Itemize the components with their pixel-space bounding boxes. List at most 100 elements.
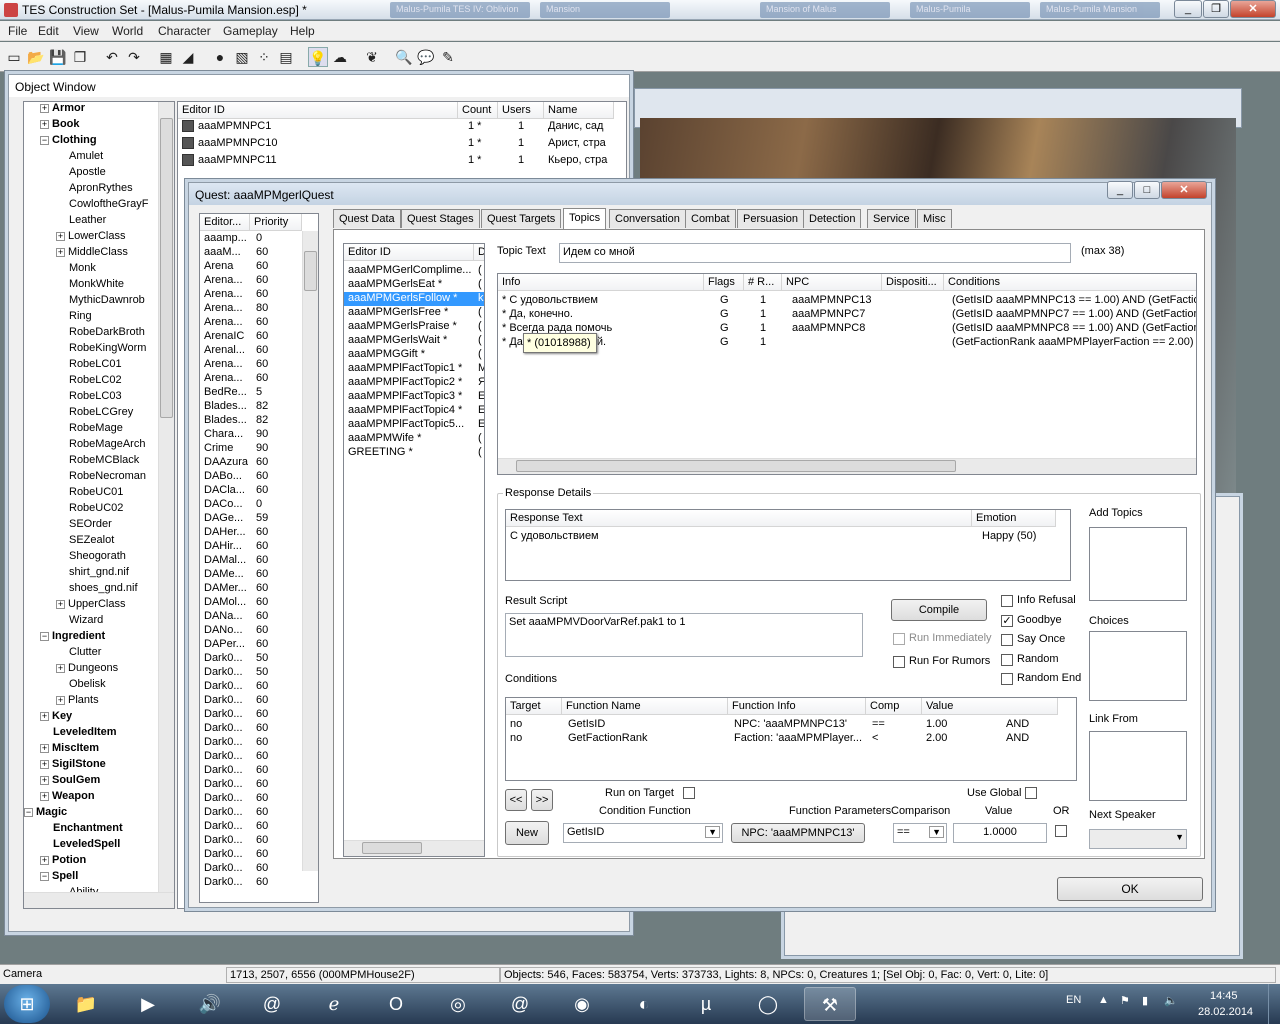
edit-pencil-icon[interactable]: ✎ [438, 47, 458, 67]
tree-node[interactable]: + Key [24, 710, 160, 726]
prev-condition-button[interactable]: << [505, 789, 527, 811]
clock-date[interactable]: 28.02.2014 [1198, 1006, 1253, 1018]
info-list[interactable]: Info Flags # R... NPC Dispositi... Condi… [497, 273, 1197, 475]
run-immediately-checkbox[interactable] [893, 633, 905, 645]
tree-node[interactable]: SEZealot [24, 534, 160, 550]
result-script-editor[interactable]: Set aaaMPMVDoorVarRef.pak1 to 1 [505, 613, 863, 657]
tree-node[interactable]: RobeLC01 [24, 358, 160, 374]
tab-quest-stages[interactable]: Quest Stages [401, 209, 480, 228]
topic-item[interactable]: aaaMPMPlFactTopic3 * E [344, 390, 484, 404]
expand-icon[interactable]: + [40, 119, 49, 129]
table-row[interactable]: Arena... 60 [200, 316, 318, 330]
tab-quest-targets[interactable]: Quest Targets [481, 209, 562, 228]
flag-checkbox[interactable]: ✓ [1001, 614, 1013, 627]
col-name[interactable]: Name [544, 102, 614, 119]
collapse-icon[interactable]: − [40, 135, 49, 145]
app-icon[interactable]: ◎ [432, 987, 484, 1021]
tree-node[interactable]: + SoulGem [24, 774, 160, 790]
table-row[interactable]: Dark0... 60 [200, 862, 318, 876]
path-grid-icon[interactable]: ⁘ [254, 47, 274, 67]
tree-node[interactable]: + Weapon [24, 790, 160, 806]
tree-node[interactable]: Obelisk [24, 678, 160, 694]
tree-node[interactable]: RobeNecroman [24, 470, 160, 486]
table-row[interactable]: Blades... 82 [200, 414, 318, 428]
topic-list[interactable]: Editor ID D aaaMPMGerlComplime...(aaaMPM… [343, 243, 485, 857]
table-row[interactable]: ArenaIC 60 [200, 330, 318, 344]
quest-list-scrollbar[interactable] [302, 231, 318, 871]
tree-node[interactable]: MonkWhite [24, 278, 160, 294]
table-row[interactable]: Arena... 60 [200, 288, 318, 302]
col-count[interactable]: Count [458, 102, 498, 119]
start-button[interactable]: ⊞ [4, 985, 50, 1023]
redo-icon[interactable]: ↷ [124, 47, 144, 67]
table-row[interactable]: Dark0... 50 [200, 666, 318, 680]
expand-icon[interactable]: + [56, 695, 65, 705]
flag-checkbox[interactable] [1001, 595, 1013, 607]
table-row[interactable]: DAMer... 60 [200, 582, 318, 596]
expand-icon[interactable]: + [56, 231, 65, 241]
table-row[interactable]: Dark0... 60 [200, 848, 318, 862]
col-flags[interactable]: Flags [704, 274, 744, 291]
table-row[interactable]: BedRe... 5 [200, 386, 318, 400]
table-row[interactable]: Dark0... 60 [200, 820, 318, 834]
topic-list-hscroll[interactable] [344, 840, 484, 856]
open-folder-icon[interactable]: 📂 [26, 47, 46, 67]
tree-node[interactable]: + SigilStone [24, 758, 160, 774]
expand-icon[interactable]: + [40, 775, 49, 785]
choices-list[interactable] [1089, 631, 1187, 701]
col-quest-editor[interactable]: Editor... [200, 214, 250, 231]
show-desktop-button[interactable] [1268, 984, 1280, 1024]
table-row[interactable]: DAMol... 60 [200, 596, 318, 610]
table-row[interactable]: Dark0... 60 [200, 680, 318, 694]
expand-icon[interactable]: + [40, 711, 49, 721]
menu-world[interactable]: World [112, 24, 143, 38]
volume-icon[interactable]: 🔈 [1164, 994, 1178, 1007]
table-row[interactable]: Dark0... 60 [200, 778, 318, 792]
topic-item[interactable]: aaaMPMPlFactTopic2 * Я [344, 376, 484, 390]
table-row[interactable]: DANo... 60 [200, 624, 318, 638]
copy-icon[interactable]: ❐ [70, 47, 90, 67]
tree-node[interactable]: + MiscItem [24, 742, 160, 758]
new-condition-button[interactable]: New [505, 821, 549, 845]
tray-expand-icon[interactable]: ▲ [1098, 994, 1109, 1006]
network-icon[interactable]: ▮ [1142, 994, 1148, 1007]
table-row[interactable]: Arena... 60 [200, 274, 318, 288]
col-response-text[interactable]: Response Text [506, 510, 972, 527]
tree-node[interactable]: Clutter [24, 646, 160, 662]
col-topic-editor-id[interactable]: Editor ID [344, 244, 474, 261]
expand-icon[interactable]: + [56, 247, 65, 257]
oblivion-icon[interactable]: ◯ [742, 987, 794, 1021]
tree-node[interactable]: − Clothing [24, 134, 160, 150]
tree-node[interactable]: shoes_gnd.nif [24, 582, 160, 598]
explorer-icon[interactable]: 📁 [60, 987, 112, 1021]
tree-node[interactable]: RobeLCGrey [24, 406, 160, 422]
quest-minimize-button[interactable]: _ [1107, 181, 1133, 199]
tree-node[interactable]: shirt_gnd.nif [24, 566, 160, 582]
mail-agent-icon[interactable]: @ [494, 987, 546, 1021]
table-row[interactable]: Crime 90 [200, 442, 318, 456]
col-function-info[interactable]: Function Info [728, 698, 866, 715]
tab-topics[interactable]: Topics [563, 208, 607, 229]
quest-close-button[interactable]: ✕ [1161, 181, 1207, 199]
tree-node[interactable]: LeveledItem [24, 726, 160, 742]
topic-item[interactable]: aaaMPMGGift * ( [344, 348, 484, 362]
menu-gameplay[interactable]: Gameplay [223, 24, 278, 38]
menu-edit[interactable]: Edit [38, 24, 59, 38]
col-comp[interactable]: Comp [866, 698, 922, 715]
tab-combat[interactable]: Combat [685, 209, 736, 228]
condition-function-dropdown[interactable]: GetIsID ▼ [563, 823, 723, 843]
flag-checkbox[interactable] [1001, 673, 1013, 685]
tree-node[interactable]: + Potion [24, 854, 160, 870]
flag-checkbox[interactable] [1001, 634, 1013, 646]
table-row[interactable]: DAMal... 60 [200, 554, 318, 568]
table-row[interactable]: DAGe... 59 [200, 512, 318, 526]
condition-row[interactable]: no GetFactionRank Faction: 'aaaMPMPlayer..… [506, 732, 1076, 746]
compile-button[interactable]: Compile [891, 599, 987, 621]
game-icon[interactable]: ◐ [618, 987, 670, 1021]
use-global-checkbox[interactable] [1025, 787, 1037, 799]
tree-node[interactable]: Ring [24, 310, 160, 326]
tree-node[interactable]: RobeLC02 [24, 374, 160, 390]
col-disposition[interactable]: Dispositi... [882, 274, 944, 291]
table-row[interactable]: aaaMPMNPC10 1 * 1 Арист, стра [178, 137, 626, 153]
table-row[interactable]: DAHir... 60 [200, 540, 318, 554]
